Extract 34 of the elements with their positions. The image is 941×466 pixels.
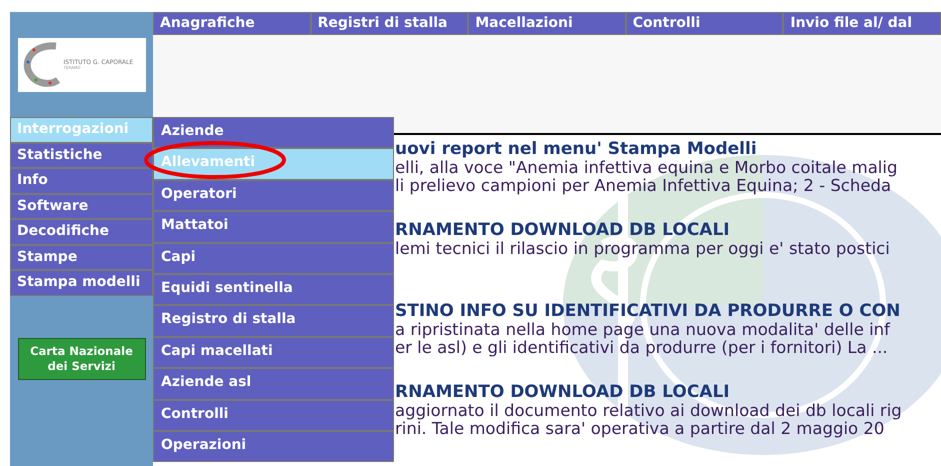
news-text: elli, alla voce "Anemia infettiva equina e Morbo coitale malig (395, 159, 898, 177)
sidebar-item[interactable]: Software (10, 194, 153, 219)
news-text: aggiornato il documento relativo ai download dei db locali rig (395, 402, 903, 420)
nav-tab[interactable]: Controlli (626, 12, 784, 35)
news-text: er le asl) e gli identificativi da produrre (per i fornitori) La ... (395, 339, 889, 357)
nav-tab[interactable]: Invio file al/ dal (783, 12, 941, 35)
news-text: lemi tecnici il rilascio in programma per oggi e' stato postici (395, 240, 891, 258)
submenu-item[interactable]: Capi (153, 242, 394, 274)
sidebar-item[interactable]: Stampe (10, 244, 153, 270)
news-title[interactable]: RNAMENTO DOWNLOAD DB LOCALI (395, 220, 941, 240)
cns-button[interactable]: Carta Nazionale dei Servizi (18, 338, 146, 380)
submenu-item[interactable]: Aziende asl (153, 368, 394, 400)
submenu-item[interactable]: Operatori (153, 180, 394, 212)
logo-arc-icon (22, 42, 60, 88)
submenu-item[interactable]: Mattatoi (153, 211, 394, 243)
submenu-item[interactable]: Controlli (153, 400, 394, 431)
news-text: li prelievo campioni per Anemia Infettiva Equina; 2 - Scheda (395, 177, 892, 195)
submenu-item[interactable]: Operazioni (153, 430, 394, 462)
news-title[interactable]: RNAMENTO DOWNLOAD DB LOCALI (395, 382, 941, 402)
sidebar-item[interactable]: Info (10, 168, 153, 194)
submenu-item[interactable]: Registro di stalla (153, 305, 394, 337)
sidebar-item[interactable]: Statistiche (10, 142, 153, 168)
sidebar-item[interactable]: Stampa modelli (10, 270, 153, 296)
sidebar-item[interactable]: Decodifiche (10, 219, 153, 244)
news-text: rini. Tale modifica sara' operativa a partire dal 2 maggio 20 (395, 420, 884, 438)
news-text: a ripristinata nella home page una nuova modalita' delle inf (395, 321, 892, 339)
news-title[interactable]: STINO INFO SU IDENTIFICATIVI DA PRODURRE O CON (395, 301, 941, 321)
nav-tab[interactable]: Anagrafiche (153, 12, 311, 35)
submenu-item[interactable]: Equidi sentinella (153, 274, 394, 306)
nav-tab[interactable]: Macellazioni (468, 12, 626, 35)
nav-tab[interactable]: Registri di stalla (310, 12, 468, 35)
submenu-item[interactable]: Capi macellati (153, 336, 394, 368)
news-title[interactable]: uovi report nel menu' Stampa Modelli (395, 139, 941, 159)
submenu-item[interactable]: Aziende (153, 117, 394, 148)
